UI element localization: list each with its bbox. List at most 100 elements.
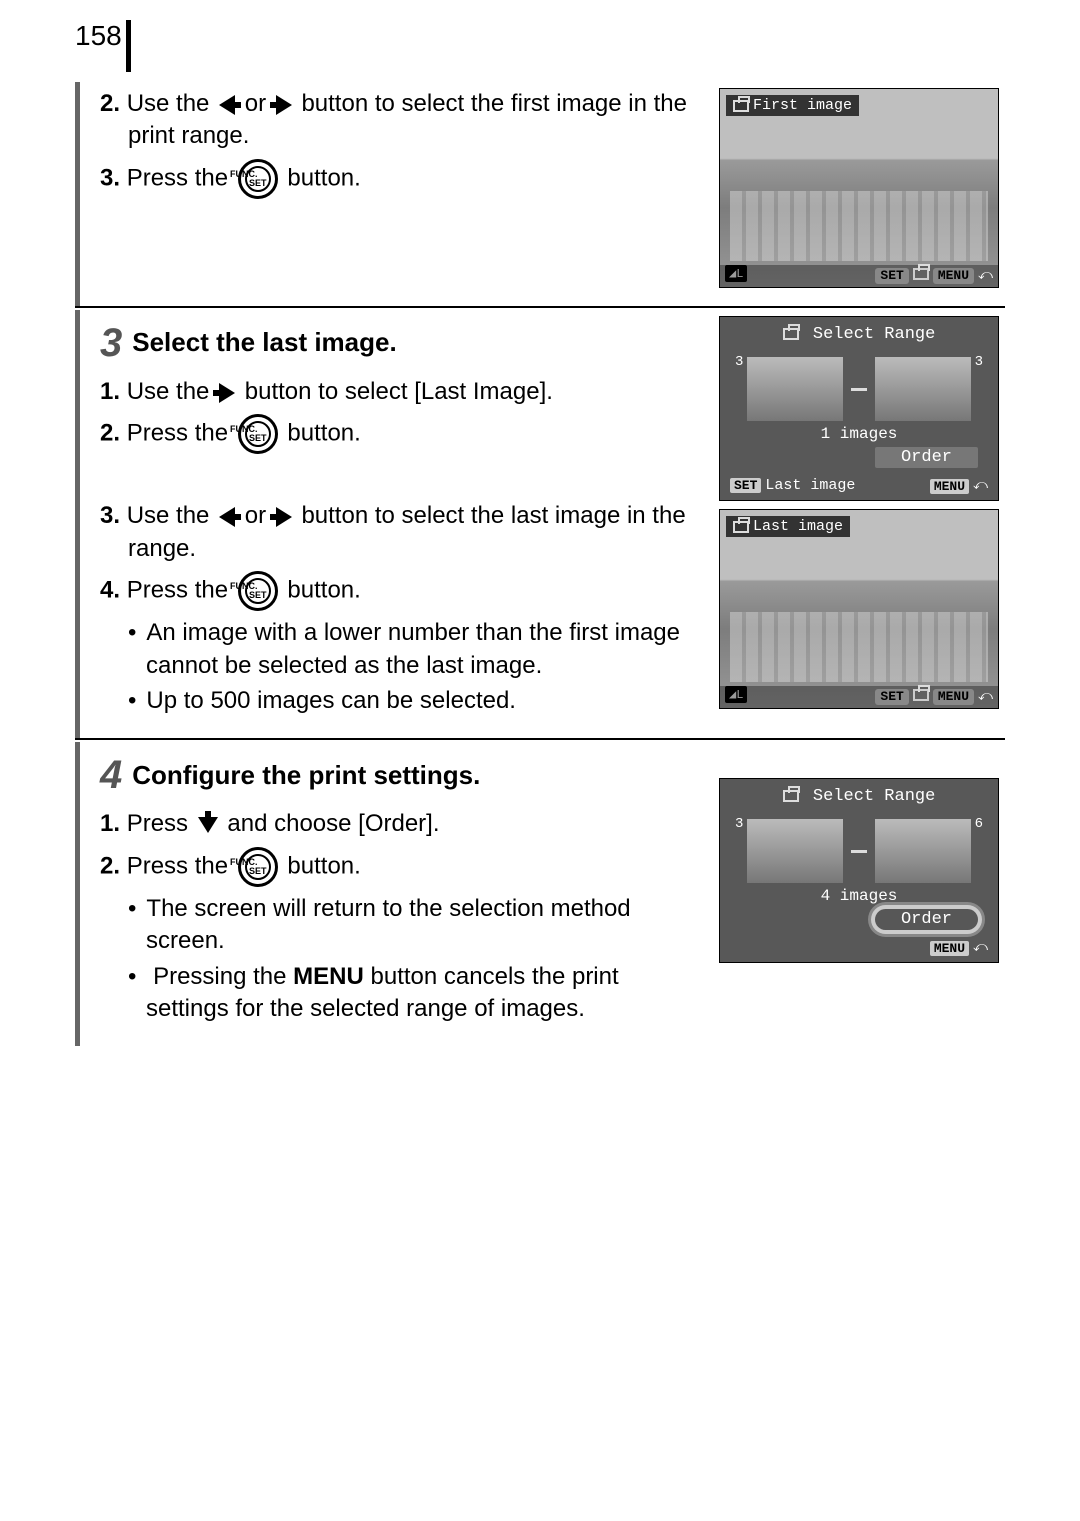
camera-screen-first-image: First image ◢L SET MENU ⤺ (719, 88, 999, 288)
undo-icon: ⤺ (978, 689, 993, 705)
camera-screen-select-range: Select Range 3 3 1 images Order SET Last… (719, 316, 999, 501)
substep-4: 4. Press the FUNC.SET button. (100, 571, 701, 611)
set-pill: SET (875, 689, 908, 705)
arrow-down-icon (198, 817, 218, 833)
print-icon (783, 328, 799, 340)
step-text: button. (287, 577, 360, 604)
last-num: 6 (975, 816, 983, 832)
set-pill: SET (875, 268, 908, 284)
first-thumb: 3 (747, 819, 843, 883)
step-text: button. (287, 852, 360, 879)
step-text: Press the (127, 577, 228, 604)
image-count: 4 images (720, 887, 998, 905)
screen-title: First image (753, 97, 852, 114)
undo-icon: ⤺ (978, 268, 993, 284)
menu-box: MENU (930, 479, 969, 494)
step-heading: 3 Select the last image. (100, 316, 701, 370)
set-box: SET (730, 478, 761, 493)
substep-2: 2. Press the FUNC.SET button. (100, 414, 701, 454)
substep-1: 1. Use the button to select [Last Image]… (100, 376, 701, 408)
screenshot-column: First image ◢L SET MENU ⤺ (715, 82, 1005, 306)
func-set-icon: FUNC.SET (238, 159, 278, 199)
screen-title: Select Range (720, 787, 998, 806)
camera-screen-select-range-2: Select Range 3 6 4 images Order MENU ⤺ (719, 778, 999, 963)
screenshot-column: Select Range 3 3 1 images Order SET Last… (715, 310, 1005, 738)
first-num: 3 (735, 354, 743, 370)
print-icon (733, 521, 749, 533)
screen-title: Select Range (720, 325, 998, 344)
bullet-menu-cancel: Pressing the MENU button cancels the pri… (128, 961, 701, 1026)
section-4: 4 Configure the print settings. 1. Press… (75, 742, 1005, 1046)
screen-title: Last image (753, 518, 843, 535)
func-set-icon: FUNC.SET (238, 414, 278, 454)
section-text: 4 Configure the print settings. 1. Press… (80, 742, 715, 1046)
substep-3: 3. Use the or button to select the last … (100, 500, 701, 565)
step-3: 3. Press the FUNC.SET button. (100, 159, 701, 199)
step-text: or (245, 502, 266, 529)
manual-page: 158 2. Use the or button to select the f… (0, 0, 1080, 1108)
step-2: 2. Use the or button to select the first… (100, 88, 701, 153)
range-thumbs: 3 3 (740, 357, 978, 421)
step-text: Press the (127, 420, 228, 447)
section-2-continuation: 2. Use the or button to select the first… (75, 82, 1005, 308)
step-text: Press the (127, 164, 228, 191)
substep-2: 2. Press the FUNC.SET button. (100, 847, 701, 887)
camera-screen-last-image: Last image ◢L SET MENU ⤺ (719, 509, 999, 709)
bullet-500-images: Up to 500 images can be selected. (128, 685, 701, 717)
screen-title-tag: First image (726, 95, 859, 116)
screen-title-tag: Last image (726, 516, 850, 537)
section-text: 2. Use the or button to select the first… (80, 82, 715, 306)
arrow-right-icon (276, 507, 292, 527)
order-button-highlighted: Order (875, 909, 978, 930)
menu-pill: MENU (933, 689, 974, 705)
undo-icon: ⤺ (973, 940, 988, 956)
arrow-right-icon (276, 95, 292, 115)
step-text: button to select the first image in the … (128, 90, 687, 149)
step-text: Use the (127, 90, 210, 117)
range-dash (851, 850, 867, 853)
step-text: button. (287, 420, 360, 447)
screenshot-column: Select Range 3 6 4 images Order MENU ⤺ (715, 742, 1005, 1046)
last-thumb: 6 (875, 819, 971, 883)
page-number-bar (126, 20, 131, 72)
func-set-icon: FUNC.SET (238, 571, 278, 611)
undo-icon: ⤺ (973, 478, 988, 494)
step-text: and choose [Order]. (227, 810, 439, 837)
page-number-block: 158 (75, 20, 1005, 72)
last-num: 3 (975, 354, 983, 370)
print-icon (733, 100, 749, 112)
range-dash (851, 388, 867, 391)
footer-left: SET Last image (730, 477, 855, 494)
step-title: Select the last image. (132, 325, 396, 360)
page-number: 158 (75, 20, 122, 52)
arrow-right-icon (219, 383, 235, 403)
last-thumb: 3 (875, 357, 971, 421)
step-number: 3 (100, 316, 122, 370)
section-text: 3 Select the last image. 1. Use the butt… (80, 310, 715, 738)
print-icon (913, 268, 929, 280)
last-image-label: Last image (765, 477, 855, 494)
bullet-lower-number: An image with a lower number than the fi… (128, 617, 701, 682)
image-count: 1 images (720, 425, 998, 443)
step-text: Use the (127, 378, 210, 405)
step-text: button to select the last image in the r… (128, 502, 686, 561)
step-text: button to select [Last Image]. (245, 378, 553, 405)
menu-box: MENU (930, 941, 969, 956)
step-text: Use the (127, 502, 210, 529)
print-icon (783, 790, 799, 802)
first-num: 3 (735, 816, 743, 832)
section-3: 3 Select the last image. 1. Use the butt… (75, 310, 1005, 740)
footer-right: MENU ⤺ (930, 478, 988, 494)
order-button: Order (875, 447, 978, 468)
bullet-text: Pressing the (153, 963, 286, 990)
step-text: Press (127, 810, 188, 837)
footer-right: MENU ⤺ (930, 940, 988, 956)
menu-bold: MENU (293, 963, 364, 990)
screen-bottom-bar: SET MENU ⤺ (720, 265, 998, 287)
step-heading: 4 Configure the print settings. (100, 748, 701, 802)
step-number: 4 (100, 748, 122, 802)
menu-pill: MENU (933, 268, 974, 284)
print-icon (913, 689, 929, 701)
func-set-icon: FUNC.SET (238, 847, 278, 887)
range-thumbs: 3 6 (740, 819, 978, 883)
